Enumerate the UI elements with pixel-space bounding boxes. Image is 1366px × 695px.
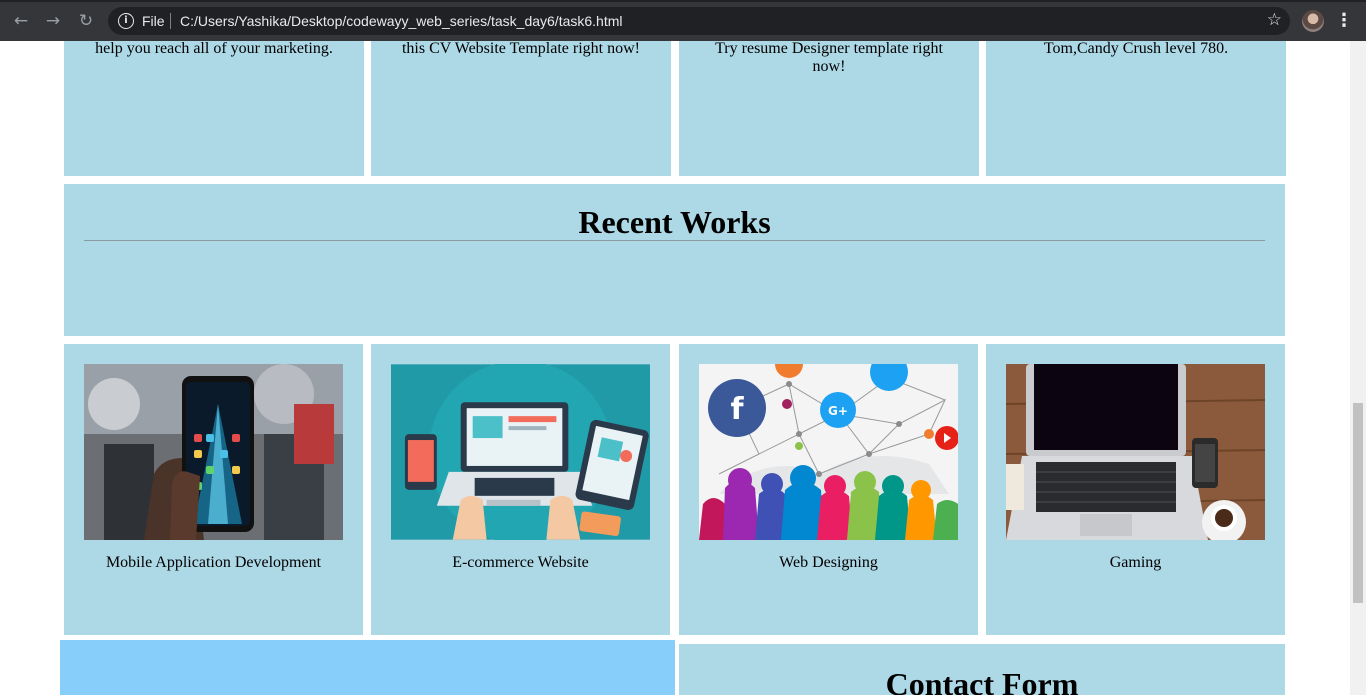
arrow-right-icon: → [45, 11, 61, 31]
service-text: with Resume Designer Template will help … [95, 41, 333, 57]
gaming-image [1006, 364, 1265, 540]
page-scrollbar[interactable] [1350, 41, 1366, 695]
profile-avatar[interactable] [1302, 10, 1324, 32]
url-text[interactable]: C:/Users/Yashika/Desktop/codewayy_web_se… [180, 7, 623, 35]
service-text: radio,print,mail and web.Take a look at … [401, 41, 640, 57]
back-button[interactable]: ← [9, 9, 33, 33]
address-separator [170, 13, 171, 29]
page-viewport: with Resume Designer Template will help … [0, 41, 1350, 695]
tab-strip [0, 0, 1366, 2]
scheme-label: File [142, 13, 165, 29]
arrow-left-icon: ← [13, 11, 29, 31]
reload-icon: ↻ [78, 11, 94, 31]
service-text: arranging and composition services. Try … [715, 41, 943, 75]
service-card: with Resume Designer Template will help … [64, 41, 364, 176]
work-caption: Mobile Application Development [105, 554, 322, 571]
work-card: Gaming [986, 344, 1285, 635]
service-card: arranging and composition services. Try … [679, 41, 979, 176]
service-text: Level 9,King Level 58, Talking Tom,Candy… [1043, 41, 1229, 57]
work-card: Mobile Application Development [64, 344, 363, 635]
web-designing-image: f G+ [699, 364, 958, 540]
service-card: radio,print,mail and web.Take a look at … [371, 41, 671, 176]
contact-form-section: Contact Form [679, 644, 1285, 695]
info-icon[interactable]: i [118, 13, 134, 29]
recent-works-section: Recent Works [64, 184, 1285, 336]
work-card: E-commerce Website [371, 344, 670, 635]
title-divider [84, 240, 1265, 241]
contact-form-title: Contact Form [885, 666, 1079, 695]
scrollbar-thumb[interactable] [1353, 403, 1363, 603]
kebab-menu-icon[interactable]: ⋮ [1334, 9, 1354, 33]
service-card: Level 9,King Level 58, Talking Tom,Candy… [986, 41, 1286, 176]
work-caption: E-commerce Website [452, 554, 589, 571]
work-caption: Web Designing [779, 554, 878, 571]
browser-toolbar: ← → ↻ i File C:/Users/Yashika/Desktop/co… [0, 0, 1366, 41]
work-card: f G+ Web Designing [679, 344, 978, 635]
star-icon[interactable]: ☆ [1267, 7, 1282, 35]
svg-text:f: f [730, 392, 744, 427]
section-title: Recent Works [578, 204, 771, 240]
svg-text:G+: G+ [828, 404, 848, 418]
reload-button[interactable]: ↻ [74, 9, 98, 33]
address-bar[interactable]: i File C:/Users/Yashika/Desktop/codewayy… [108, 7, 1290, 35]
forward-button[interactable]: → [41, 9, 65, 33]
mobile-app-image [84, 364, 343, 540]
work-caption: Gaming [1109, 554, 1162, 571]
contact-info-panel [60, 640, 675, 695]
ecommerce-image [391, 364, 650, 540]
